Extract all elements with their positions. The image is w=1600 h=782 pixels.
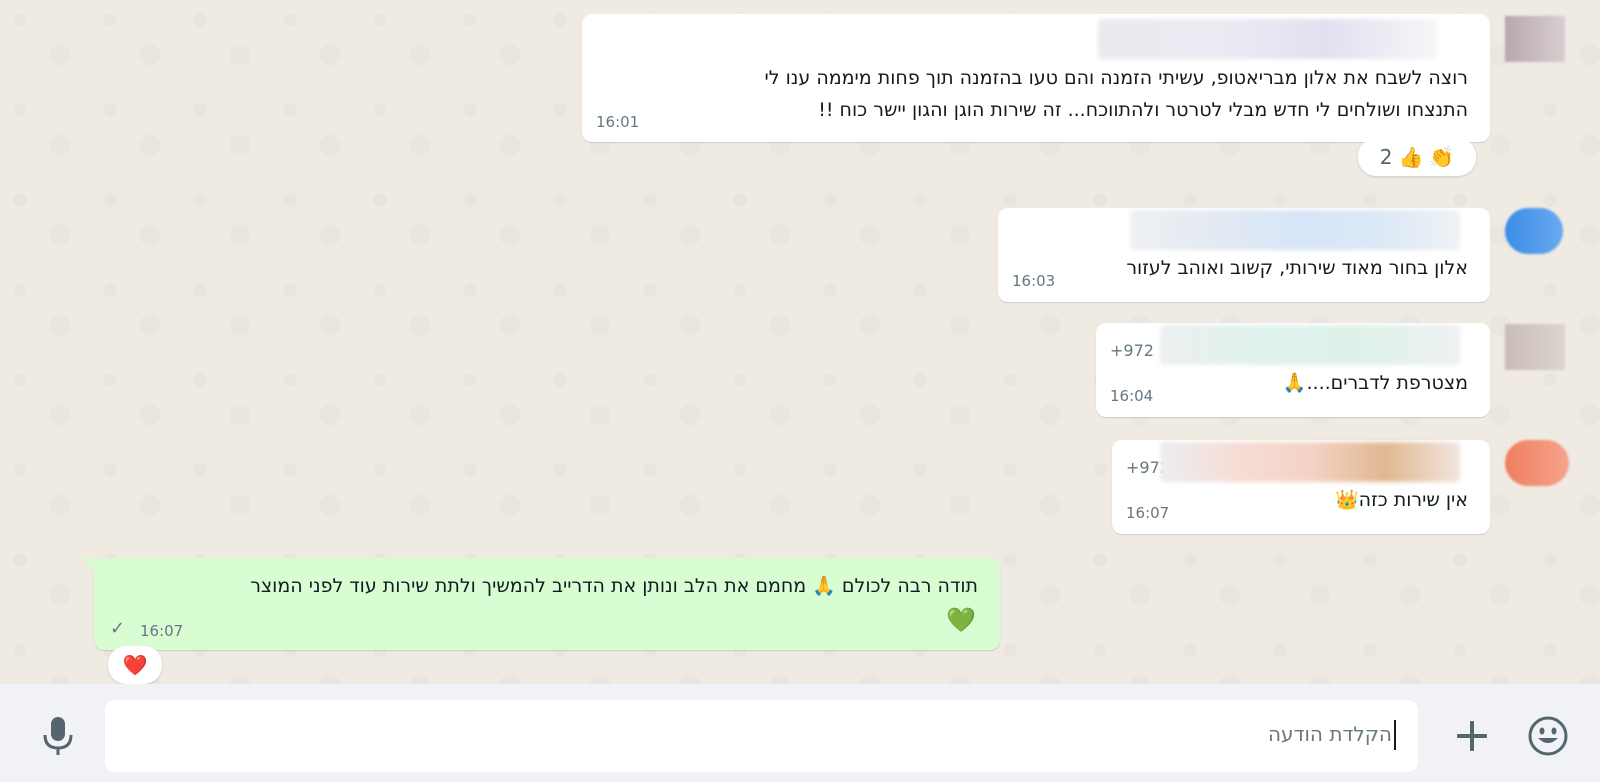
message-reaction[interactable]: ❤️ — [108, 646, 162, 684]
avatar[interactable] — [1505, 324, 1565, 370]
message-text-line: רוצה לשבח את אלון מבריאטופ, עשיתי הזמנה … — [764, 67, 1468, 89]
message-text-line: תודה רבה לכולם 🙏 מחמם את הלב ונותן את הד… — [250, 575, 978, 597]
sender-name-redacted — [1160, 325, 1460, 365]
message-text: אלון בחור מאוד שירותי, קשוב ואוהב לעזור — [1126, 257, 1468, 279]
message-input[interactable]: הקלדת הודעה — [105, 700, 1418, 772]
sender-name-redacted — [1130, 210, 1460, 250]
message-text-line: 💚 — [946, 606, 976, 634]
text-cursor — [1394, 720, 1396, 750]
thumbs-up-icon: 👍 — [1398, 145, 1424, 169]
red-heart-icon: ❤️ — [122, 653, 148, 677]
message-bubble[interactable]: +9 אלון בחור מאוד שירותי, קשוב ואוהב לעז… — [998, 208, 1490, 302]
message-status-sent-icon: ✓ — [110, 618, 126, 639]
message-bubble-outgoing[interactable]: תודה רבה לכולם 🙏 מחמם את הלב ונותן את הד… — [94, 558, 1000, 650]
message-time: 16:01 — [596, 113, 640, 131]
chat-panel: רוצה לשבח את אלון מבריאטופ, עשיתי הזמנה … — [0, 0, 1600, 684]
message-time: 16:04 — [1110, 387, 1154, 405]
plus-icon[interactable] — [1450, 714, 1494, 758]
sender-name-redacted — [1160, 442, 1460, 482]
message-bubble[interactable]: +972 מצטרפת לדברים....🙏 16:04 — [1096, 323, 1490, 417]
mic-icon[interactable] — [36, 712, 80, 760]
message-bubble[interactable]: +972 5 אין שירות כזה👑 16:07 — [1112, 440, 1490, 534]
avatar[interactable] — [1505, 16, 1565, 62]
emoji-icon[interactable] — [1524, 712, 1572, 760]
reaction-count: 2 — [1379, 145, 1393, 169]
message-time: 16:07 — [1126, 504, 1170, 522]
avatar[interactable] — [1505, 440, 1569, 486]
message-text: אין שירות כזה👑 — [1335, 489, 1468, 511]
clapping-hands-icon: 👏 — [1429, 145, 1455, 169]
message-bubble[interactable]: רוצה לשבח את אלון מבריאטופ, עשיתי הזמנה … — [582, 14, 1490, 142]
sender-name-redacted — [1098, 19, 1438, 59]
sender-phone: +972 — [1110, 341, 1154, 360]
message-text: מצטרפת לדברים....🙏 — [1282, 372, 1468, 394]
message-reaction[interactable]: 2 👍 👏 — [1358, 138, 1476, 176]
message-time: 16:03 — [1012, 272, 1056, 290]
message-text-line: התנצחו ושולחים לי חדש מבלי לטרטר ולהתווכ… — [818, 99, 1468, 121]
message-time: 16:07 — [140, 622, 184, 640]
avatar[interactable] — [1505, 208, 1563, 254]
message-input-placeholder: הקלדת הודעה — [1267, 722, 1392, 746]
